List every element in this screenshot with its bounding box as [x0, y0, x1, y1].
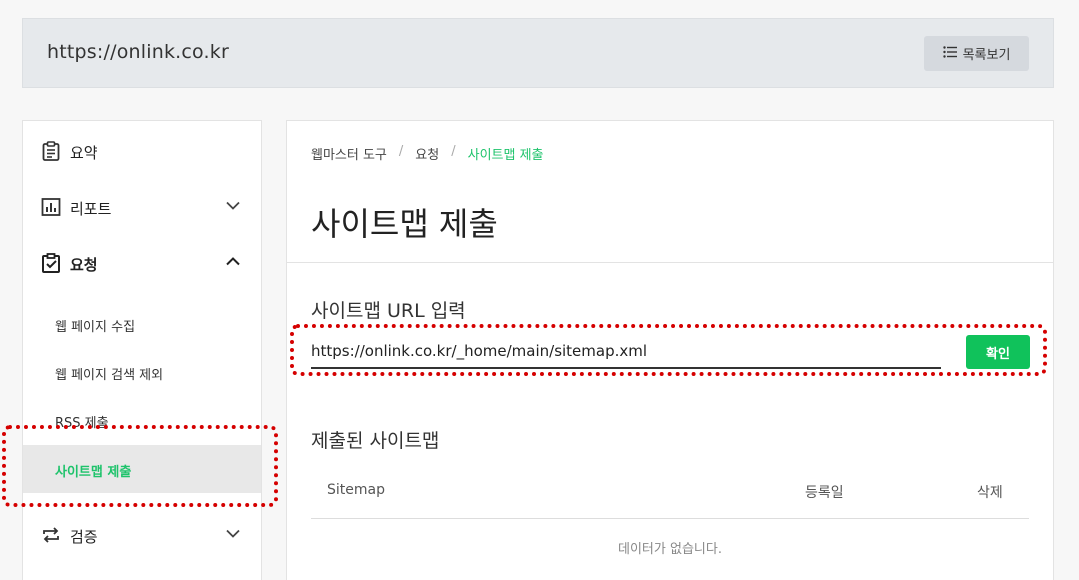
breadcrumb-item[interactable]: 요청: [415, 144, 439, 163]
confirm-button[interactable]: 확인: [966, 335, 1030, 369]
list-view-button[interactable]: 목록보기: [924, 36, 1029, 71]
chevron-down-icon: [226, 529, 240, 538]
chevron-up-icon: [226, 257, 240, 266]
chevron-down-icon: [226, 201, 240, 210]
sitemap-table-header: Sitemap 등록일 삭제: [311, 471, 1029, 519]
breadcrumb-item[interactable]: 웹마스터 도구: [311, 144, 387, 163]
sidebar-subitem-label: 사이트맵 제출: [55, 465, 132, 480]
sidebar-subitem-label: 웹 페이지 검색 제외: [55, 368, 164, 383]
sidebar-item-request[interactable]: 요청: [23, 237, 261, 285]
sidebar-subitem-label: RSS 제출: [55, 416, 109, 431]
top-bar: https://onlink.co.kr 목록보기: [22, 18, 1054, 88]
sidebar-subitem-label: 웹 페이지 수집: [55, 320, 136, 335]
column-header-delete: 삭제: [977, 485, 1003, 501]
sidebar-subitem-web-page-collect[interactable]: 웹 페이지 수집: [23, 300, 261, 348]
breadcrumb-current: 사이트맵 제출: [467, 148, 544, 163]
sidebar-item-report[interactable]: 리포트: [23, 181, 261, 229]
checked-clipboard-icon: [42, 253, 60, 273]
divider: [287, 262, 1053, 263]
bar-chart-icon: [41, 198, 61, 216]
sidebar-subitem-sitemap-submit[interactable]: 사이트맵 제출: [23, 445, 261, 493]
column-header-sitemap: Sitemap: [327, 482, 385, 498]
empty-table-message: 데이터가 없습니다.: [618, 542, 722, 557]
sidebar-item-verify[interactable]: 검증: [23, 509, 261, 557]
submitted-section-title: 제출된 사이트맵: [311, 430, 440, 452]
url-section-title: 사이트맵 URL 입력: [311, 300, 466, 322]
column-header-date: 등록일: [805, 485, 844, 501]
sidebar-item-label: 리포트: [70, 200, 112, 218]
sidebar-subitem-rss-submit[interactable]: RSS 제출: [23, 396, 261, 444]
sidebar-item-label: 요약: [70, 144, 98, 162]
sidebar-item-label: 요청: [70, 256, 98, 274]
page-title: 사이트맵 제출: [311, 205, 498, 243]
list-view-label: 목록보기: [962, 48, 1011, 63]
breadcrumb: 웹마스터 도구 / 요청 / 사이트맵 제출: [311, 144, 544, 163]
sidebar-item-summary[interactable]: 요약: [23, 125, 261, 173]
repeat-icon: [43, 527, 59, 543]
sidebar: 요약 리포트 요청 웹 페이지 수집 웹 페이지 검색 제외 RSS 제출 사이…: [22, 120, 262, 580]
clipboard-icon: [42, 141, 60, 161]
main-panel: 웹마스터 도구 / 요청 / 사이트맵 제출 사이트맵 제출 사이트맵 URL …: [286, 120, 1054, 580]
breadcrumb-separator: /: [451, 144, 456, 159]
site-url: https://onlink.co.kr: [47, 41, 230, 63]
sidebar-item-label: 검증: [70, 528, 98, 546]
sitemap-url-input[interactable]: [311, 335, 941, 369]
list-icon: [942, 45, 957, 62]
sidebar-subitem-web-page-exclude[interactable]: 웹 페이지 검색 제외: [23, 348, 261, 396]
breadcrumb-separator: /: [398, 144, 404, 159]
